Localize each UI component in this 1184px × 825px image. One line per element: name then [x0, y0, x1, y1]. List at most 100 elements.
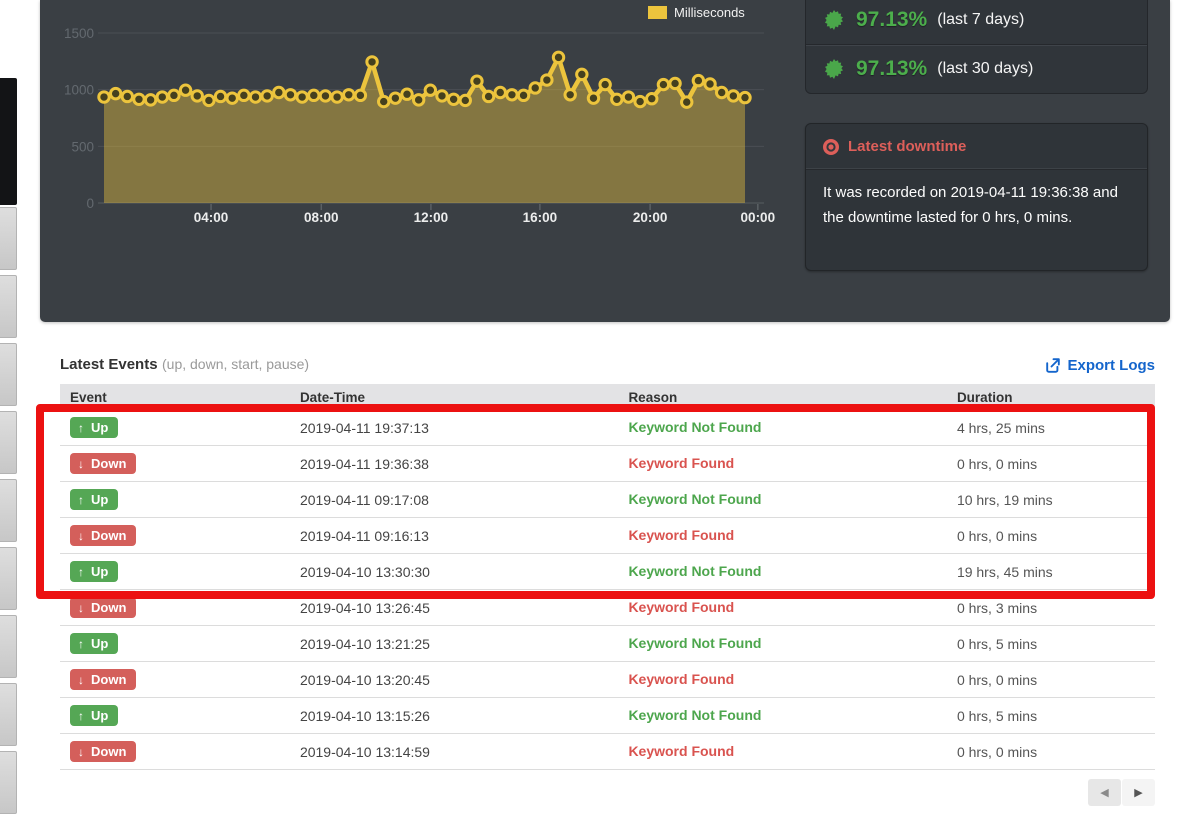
latest-downtime-text: It was recorded on 2019-04-11 19:36:38 a… [806, 170, 1147, 240]
response-time-panel: 05001000150004:0008:0012:0016:0020:0000:… [40, 0, 1170, 322]
table-row: ↓ Down 2019-04-10 13:20:45 Keyword Found… [60, 662, 1155, 698]
chart-legend: Milliseconds [648, 5, 745, 20]
sidebar-tile[interactable] [0, 751, 17, 814]
sidebar-tile[interactable] [0, 207, 17, 270]
table-row: ↑ Up 2019-04-10 13:30:30 Keyword Not Fou… [60, 554, 1155, 590]
events-table-body: ↑ Up 2019-04-11 19:37:13 Keyword Not Fou… [60, 410, 1155, 770]
svg-text:00:00: 00:00 [741, 210, 776, 225]
svg-text:1000: 1000 [64, 83, 94, 98]
event-duration: 0 hrs, 3 mins [947, 600, 1155, 616]
event-duration: 4 hrs, 25 mins [947, 420, 1155, 436]
svg-text:12:00: 12:00 [414, 210, 449, 225]
event-arrow-icon: ↑ [78, 709, 84, 723]
event-badge: ↓ Down [70, 453, 136, 474]
uptime-percentage-30days: 97.13% [856, 57, 927, 81]
sidebar-dark-fragment [0, 78, 17, 205]
event-badge: ↑ Up [70, 489, 118, 510]
event-duration: 0 hrs, 0 mins [947, 528, 1155, 544]
sidebar-tile[interactable] [0, 479, 17, 542]
event-datetime: 2019-04-11 09:17:08 [290, 492, 619, 508]
event-reason: Keyword Found [628, 743, 734, 759]
latest-downtime-title: Latest downtime [848, 138, 966, 155]
event-badge: ↑ Up [70, 561, 118, 582]
event-duration: 19 hrs, 45 mins [947, 564, 1155, 580]
event-reason: Keyword Not Found [628, 491, 761, 507]
event-reason: Keyword Found [628, 455, 734, 471]
event-reason: Keyword Found [628, 599, 734, 615]
latest-events-heading: Latest Events (up, down, start, pause) [60, 356, 309, 374]
event-arrow-icon: ↑ [78, 637, 84, 651]
pagination: ◀ ▶ [60, 779, 1155, 806]
table-row: ↑ Up 2019-04-11 19:37:13 Keyword Not Fou… [60, 410, 1155, 446]
uptime-stats-box: 97.13% (last 7 days) 97.13% (last 30 day… [805, 0, 1148, 94]
event-datetime: 2019-04-11 19:37:13 [290, 420, 619, 436]
record-circle-icon [823, 139, 839, 155]
event-badge: ↑ Up [70, 705, 118, 726]
svg-text:500: 500 [71, 139, 94, 154]
event-badge: ↓ Down [70, 669, 136, 690]
column-header-duration: Duration [947, 390, 1155, 405]
column-header-event: Event [60, 390, 290, 405]
event-datetime: 2019-04-10 13:15:26 [290, 708, 619, 724]
event-datetime: 2019-04-10 13:20:45 [290, 672, 619, 688]
pagination-prev-button[interactable]: ◀ [1088, 779, 1121, 806]
sidebar-tile[interactable] [0, 343, 17, 406]
table-row: ↓ Down 2019-04-10 13:26:45 Keyword Found… [60, 590, 1155, 626]
latest-events-section: Latest Events (up, down, start, pause) E… [60, 350, 1155, 806]
export-icon [1044, 357, 1061, 374]
export-logs-label: Export Logs [1067, 357, 1155, 374]
response-time-chart: 05001000150004:0008:0012:0016:0020:0000:… [50, 0, 790, 245]
event-badge: ↓ Down [70, 597, 136, 618]
table-row: ↑ Up 2019-04-11 09:17:08 Keyword Not Fou… [60, 482, 1155, 518]
sidebar-tile[interactable] [0, 411, 17, 474]
svg-text:04:00: 04:00 [194, 210, 229, 225]
event-badge: ↑ Up [70, 633, 118, 654]
table-row: ↓ Down 2019-04-11 09:16:13 Keyword Found… [60, 518, 1155, 554]
event-arrow-icon: ↑ [78, 493, 84, 507]
svg-text:1500: 1500 [64, 26, 94, 41]
column-header-datetime: Date-Time [290, 390, 619, 405]
sidebar-tile[interactable] [0, 683, 17, 746]
event-duration: 10 hrs, 19 mins [947, 492, 1155, 508]
event-duration: 0 hrs, 0 mins [947, 456, 1155, 472]
uptime-period-7days: (last 7 days) [937, 11, 1024, 29]
event-arrow-icon: ↓ [78, 601, 84, 615]
event-reason: Keyword Found [628, 671, 734, 687]
dashboard-screen: 05001000150004:0008:0012:0016:0020:0000:… [0, 0, 1184, 825]
event-arrow-icon: ↓ [78, 673, 84, 687]
table-row: ↑ Up 2019-04-10 13:15:26 Keyword Not Fou… [60, 698, 1155, 734]
uptime-starburst-icon [824, 59, 844, 79]
event-datetime: 2019-04-10 13:30:30 [290, 564, 619, 580]
legend-label: Milliseconds [674, 5, 745, 20]
uptime-starburst-icon [824, 10, 844, 30]
event-arrow-icon: ↓ [78, 457, 84, 471]
pagination-next-button[interactable]: ▶ [1122, 779, 1155, 806]
uptime-row-30days: 97.13% (last 30 days) [806, 44, 1147, 93]
sidebar-tile[interactable] [0, 615, 17, 678]
event-duration: 0 hrs, 0 mins [947, 744, 1155, 760]
response-time-chart-svg: 05001000150004:0008:0012:0016:0020:0000:… [50, 0, 790, 245]
sidebar-tile[interactable] [0, 547, 17, 610]
column-header-reason: Reason [618, 390, 947, 405]
latest-downtime-header: Latest downtime [806, 124, 1147, 170]
event-duration: 0 hrs, 0 mins [947, 672, 1155, 688]
uptime-row-7days: 97.13% (last 7 days) [806, 0, 1147, 44]
svg-text:08:00: 08:00 [304, 210, 339, 225]
event-reason: Keyword Not Found [628, 419, 761, 435]
export-logs-link[interactable]: Export Logs [1044, 357, 1155, 374]
events-table: Event Date-Time Reason Duration ↑ Up [60, 384, 1155, 770]
event-arrow-icon: ↑ [78, 565, 84, 579]
table-row: ↑ Up 2019-04-10 13:21:25 Keyword Not Fou… [60, 626, 1155, 662]
events-table-header: Event Date-Time Reason Duration [60, 384, 1155, 410]
sidebar-tile[interactable] [0, 275, 17, 338]
event-reason: Keyword Not Found [628, 635, 761, 651]
event-datetime: 2019-04-10 13:21:25 [290, 636, 619, 652]
event-datetime: 2019-04-11 19:36:38 [290, 456, 619, 472]
table-row: ↓ Down 2019-04-11 19:36:38 Keyword Found… [60, 446, 1155, 482]
svg-text:16:00: 16:00 [523, 210, 558, 225]
event-duration: 0 hrs, 5 mins [947, 636, 1155, 652]
uptime-period-30days: (last 30 days) [937, 60, 1033, 78]
event-datetime: 2019-04-11 09:16:13 [290, 528, 619, 544]
event-reason: Keyword Not Found [628, 563, 761, 579]
legend-swatch-milliseconds [648, 6, 667, 19]
